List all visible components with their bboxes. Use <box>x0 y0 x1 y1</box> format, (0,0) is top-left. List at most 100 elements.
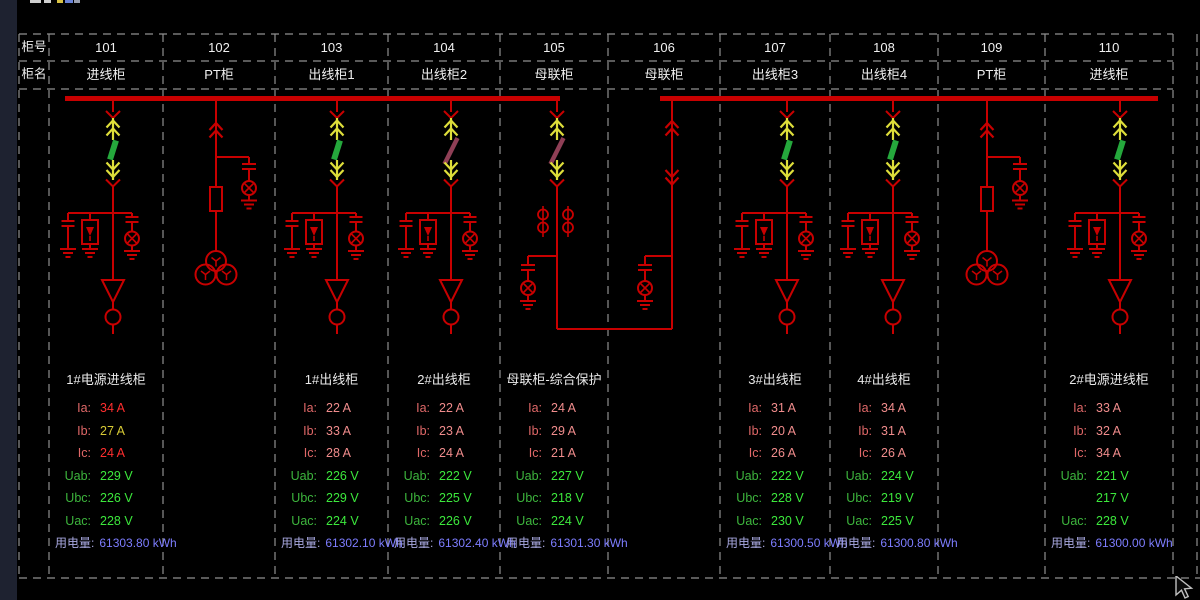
col-name-106: 母联柜 <box>608 61 720 89</box>
unit-107-feeder[interactable] <box>734 96 814 334</box>
measurement-label: Uab: <box>832 468 872 484</box>
measurement-label: Ubc: <box>502 490 542 506</box>
panel-107: 3#出线柜Ia:31 AIb:20 AIc:26 AUab:222 VUbc:2… <box>722 372 828 551</box>
measurement-label: Uac: <box>832 513 872 529</box>
measurement-label: Uac: <box>502 513 542 529</box>
measurement-label: Uac: <box>1047 513 1087 529</box>
energy-row: 用电量:61302.40 kWh <box>394 535 498 551</box>
panel-title: 2#出线柜 <box>390 372 498 388</box>
panel-101: 1#电源进线柜Ia:34 AIb:27 AIc:24 AUab:229 VUbc… <box>51 372 161 551</box>
unit-102-pt[interactable] <box>196 96 258 285</box>
energy-label: 用电量: <box>55 535 94 551</box>
unit-104-feeder[interactable] <box>398 96 478 334</box>
measurement-label: Ia: <box>390 400 430 416</box>
measurement-label: Ic: <box>502 445 542 461</box>
measurement-value: 34 A <box>881 400 906 416</box>
unit-106-bustie[interactable] <box>637 96 679 329</box>
lamp-icon <box>125 232 139 246</box>
measurement-row: Ia:22 A <box>390 400 498 416</box>
measurement-value: 26 A <box>771 445 796 461</box>
measurement-row: Ic:28 A <box>277 445 386 461</box>
measurement-row: Uac:224 V <box>502 513 606 529</box>
measurement-value: 222 V <box>771 468 804 484</box>
lamp-icon <box>521 281 535 295</box>
measurement-value: 28 A <box>326 445 351 461</box>
measurement-value: 230 V <box>771 513 804 529</box>
measurement-label: Ib: <box>1047 423 1087 439</box>
energy-label: 用电量: <box>394 535 433 551</box>
table-grid <box>19 34 1200 578</box>
measurement-value: 225 V <box>439 490 472 506</box>
energy-row: 用电量:61303.80 kWh <box>55 535 161 551</box>
pt-transformer-icon <box>967 251 1008 285</box>
arrester-icon <box>1089 220 1105 244</box>
panel-103: 1#出线柜Ia:22 AIb:33 AIc:28 AUab:226 VUbc:2… <box>277 372 386 551</box>
measurement-label: Ic: <box>722 445 762 461</box>
breaker-icon[interactable] <box>886 111 900 187</box>
measurement-row: Ia:34 A <box>832 400 936 416</box>
measurement-value: 229 V <box>326 490 359 506</box>
measurement-row: Ia:24 A <box>502 400 606 416</box>
measurement-value: 228 V <box>771 490 804 506</box>
energy-value: 61300.00 kWh <box>1095 535 1172 551</box>
measurement-value: 224 V <box>326 513 359 529</box>
energy-label: 用电量: <box>506 535 545 551</box>
lamp-icon <box>349 232 363 246</box>
col-number-102: 102 <box>163 34 275 61</box>
panel-title: 3#出线柜 <box>722 372 828 388</box>
energy-row: 用电量:61302.10 kWh <box>281 535 386 551</box>
measurement-label: Ubc: <box>51 490 91 506</box>
unit-108-feeder[interactable] <box>840 96 920 334</box>
unit-103-feeder[interactable] <box>284 96 364 334</box>
measurement-value: 24 A <box>439 445 464 461</box>
col-name-103: 出线柜1 <box>275 61 388 89</box>
measurement-value: 219 V <box>881 490 914 506</box>
energy-row: 用电量:61300.00 kWh <box>1051 535 1171 551</box>
col-number-104: 104 <box>388 34 500 61</box>
lamp-icon <box>1013 181 1027 195</box>
measurement-row: Ib:23 A <box>390 423 498 439</box>
measurement-row: Uab:224 V <box>832 468 936 484</box>
measurement-value: 218 V <box>551 490 584 506</box>
breaker-icon[interactable] <box>444 111 458 187</box>
measurement-value: 228 V <box>100 513 133 529</box>
measurement-value: 221 V <box>1096 468 1129 484</box>
measurement-value: 227 V <box>551 468 584 484</box>
measurement-row: Uab:222 V <box>722 468 828 484</box>
measurement-row: Uac:224 V <box>277 513 386 529</box>
measurement-row: Uac:226 V <box>390 513 498 529</box>
measurement-row: Ia:31 A <box>722 400 828 416</box>
col-number-101: 101 <box>49 34 163 61</box>
measurement-row: Ia:33 A <box>1047 400 1171 416</box>
measurement-value: 31 A <box>771 400 796 416</box>
measurement-row: Ic:21 A <box>502 445 606 461</box>
lamp-icon <box>638 281 652 295</box>
measurement-value: 33 A <box>326 423 351 439</box>
breaker-icon[interactable] <box>550 111 564 187</box>
lamp-icon <box>905 232 919 246</box>
panel-title: 1#出线柜 <box>277 372 386 388</box>
panel-104: 2#出线柜Ia:22 AIb:23 AIc:24 AUab:222 VUbc:2… <box>390 372 498 551</box>
measurement-row: Uac:228 V <box>1047 513 1171 529</box>
measurement-label: Ubc: <box>832 490 872 506</box>
measurement-row: Uab:229 V <box>51 468 161 484</box>
measurement-value: 26 A <box>881 445 906 461</box>
breaker-icon[interactable] <box>780 111 794 187</box>
measurement-row: Ubc:228 V <box>722 490 828 506</box>
panel-title: 2#电源进线柜 <box>1047 372 1171 388</box>
unit-109-pt[interactable] <box>967 96 1029 285</box>
breaker-icon[interactable] <box>330 111 344 187</box>
col-name-104: 出线柜2 <box>388 61 500 89</box>
breaker-icon[interactable] <box>1113 111 1127 187</box>
measurement-label: Ia: <box>502 400 542 416</box>
measurement-row: Ubc:225 V <box>390 490 498 506</box>
breaker-icon[interactable] <box>106 111 120 187</box>
unit-110-feeder[interactable] <box>1067 96 1147 334</box>
col-number-103: 103 <box>275 34 388 61</box>
measurement-row: Ubc:229 V <box>277 490 386 506</box>
unit-101-feeder[interactable] <box>60 96 140 334</box>
panel-108: 4#出线柜Ia:34 AIb:31 AIc:26 AUab:224 VUbc:2… <box>832 372 936 551</box>
col-number-108: 108 <box>830 34 938 61</box>
col-name-105: 母联柜 <box>500 61 608 89</box>
lamp-icon <box>799 232 813 246</box>
